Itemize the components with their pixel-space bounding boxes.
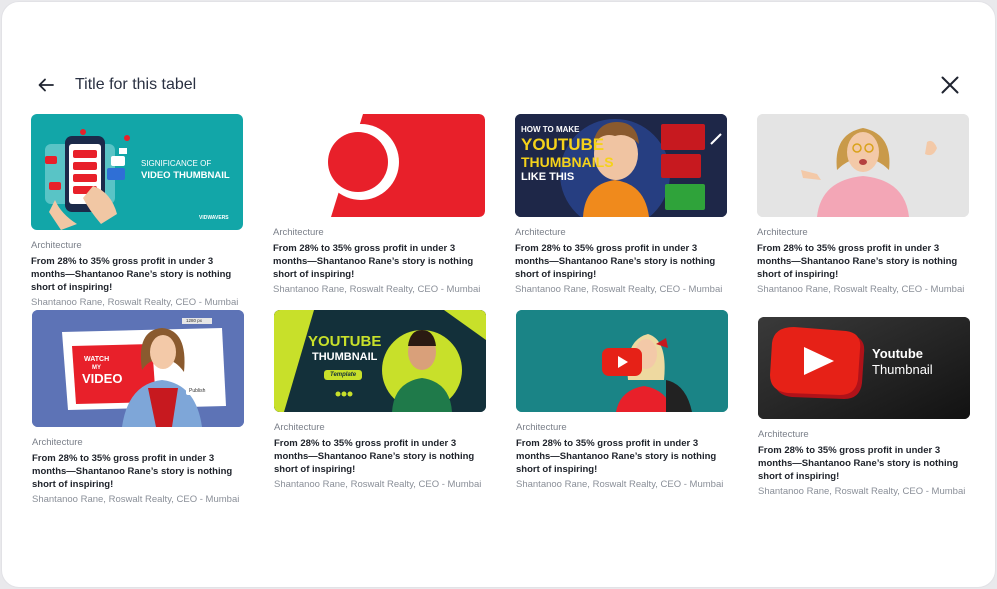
card-author: Shantanoo Rane, Roswalt Realty, CEO - Mu…: [273, 284, 481, 295]
card[interactable]: Architecture From 28% to 35% gross profi…: [757, 114, 969, 296]
back-button[interactable]: [35, 74, 57, 96]
thumbnail-text: VIDEO: [82, 371, 123, 386]
card-category: Architecture: [515, 227, 566, 238]
card[interactable]: WATCH MY VIDEO 1280 px Publish Architect…: [32, 310, 244, 506]
youtube-play-icon: [602, 348, 642, 376]
card-category: Architecture: [758, 429, 809, 440]
card-category: Architecture: [273, 227, 324, 238]
thumbnail-text: Template: [324, 370, 363, 380]
card[interactable]: HOW TO MAKE YOUTUBE THUMBNAILS LIKE THIS…: [515, 114, 727, 296]
card-category: Architecture: [757, 227, 808, 238]
card-headline[interactable]: From 28% to 35% gross profit in under 3 …: [516, 437, 728, 476]
page-title: Title for this tabel: [75, 76, 197, 93]
thumbnail-illustration: [323, 114, 485, 217]
card-headline[interactable]: From 28% to 35% gross profit in under 3 …: [32, 452, 244, 491]
card-thumbnail[interactable]: WATCH MY VIDEO 1280 px Publish: [32, 310, 244, 427]
modal-dialog: Title for this tabel SIGNIFICANCE OF VID…: [1, 1, 996, 588]
thumbnail-illustration: [274, 310, 486, 412]
card[interactable]: YOUTUBE THUMBNAIL Template Architecture …: [274, 310, 486, 491]
card-thumbnail[interactable]: HOW TO MAKE YOUTUBE THUMBNAILS LIKE THIS: [515, 114, 727, 217]
thumbnail-text: VIDEO THUMBNAIL: [141, 170, 230, 181]
card-author: Shantanoo Rane, Roswalt Realty, CEO - Mu…: [758, 486, 966, 497]
card[interactable]: Youtube Thumbnail Architecture From 28% …: [758, 317, 970, 498]
thumbnail-photo: [757, 114, 969, 217]
card-headline[interactable]: From 28% to 35% gross profit in under 3 …: [758, 444, 970, 483]
card-category: Architecture: [274, 422, 325, 433]
card-author: Shantanoo Rane, Roswalt Realty, CEO - Mu…: [274, 479, 482, 490]
card-category: Architecture: [516, 422, 567, 433]
thumbnail-text: THUMBNAILS: [521, 154, 614, 170]
thumbnail-text: YOUTUBE: [521, 135, 605, 154]
thumbnail-text: THUMBNAIL: [312, 351, 378, 363]
card[interactable]: Architecture From 28% to 35% gross profi…: [273, 114, 485, 296]
card-author: Shantanoo Rane, Roswalt Realty, CEO - Mu…: [31, 297, 239, 308]
card-headline[interactable]: From 28% to 35% gross profit in under 3 …: [515, 242, 727, 281]
close-button[interactable]: [938, 73, 962, 97]
thumbnail-text: WATCH: [84, 356, 110, 363]
card-thumbnail[interactable]: Youtube Thumbnail: [758, 317, 970, 419]
card-thumbnail[interactable]: [273, 114, 485, 217]
close-icon: [941, 76, 959, 94]
thumbnail-text: LIKE THIS: [521, 171, 575, 183]
card-thumbnail[interactable]: SIGNIFICANCE OF VIDEO THUMBNAIL VIDWAVER…: [31, 114, 243, 230]
card-thumbnail[interactable]: [516, 310, 728, 412]
thumbnail-text: Publish: [186, 388, 209, 395]
card[interactable]: SIGNIFICANCE OF VIDEO THUMBNAIL VIDWAVER…: [31, 114, 243, 309]
thumbnail-text: SIGNIFICANCE OF: [141, 159, 212, 168]
thumbnail-brand: VIDWAVERS: [199, 215, 229, 221]
thumbnail-text: 1280 px: [186, 318, 203, 323]
card-thumbnail[interactable]: YOUTUBE THUMBNAIL Template: [274, 310, 486, 412]
card-author: Shantanoo Rane, Roswalt Realty, CEO - Mu…: [32, 494, 240, 505]
card-headline[interactable]: From 28% to 35% gross profit in under 3 …: [31, 255, 243, 294]
arrow-left-icon: [38, 78, 54, 92]
card-headline[interactable]: From 28% to 35% gross profit in under 3 …: [274, 437, 486, 476]
card-category: Architecture: [32, 437, 83, 448]
thumbnail-text: HOW TO MAKE: [521, 125, 580, 134]
thumbnail-illustration: [758, 317, 970, 419]
card[interactable]: Architecture From 28% to 35% gross profi…: [516, 310, 728, 491]
youtube-logo-icon: [770, 327, 865, 399]
card-author: Shantanoo Rane, Roswalt Realty, CEO - Mu…: [516, 479, 724, 490]
card-author: Shantanoo Rane, Roswalt Realty, CEO - Mu…: [515, 284, 723, 295]
card-thumbnail[interactable]: [757, 114, 969, 217]
card-category: Architecture: [31, 240, 82, 251]
thumbnail-text: YOUTUBE: [308, 333, 382, 350]
card-author: Shantanoo Rane, Roswalt Realty, CEO - Mu…: [757, 284, 965, 295]
thumbnail-text: Thumbnail: [872, 362, 933, 377]
thumbnail-text: Youtube: [872, 346, 924, 361]
thumbnail-illustration: [32, 310, 244, 427]
card-headline[interactable]: From 28% to 35% gross profit in under 3 …: [273, 242, 485, 281]
card-headline[interactable]: From 28% to 35% gross profit in under 3 …: [757, 242, 969, 281]
